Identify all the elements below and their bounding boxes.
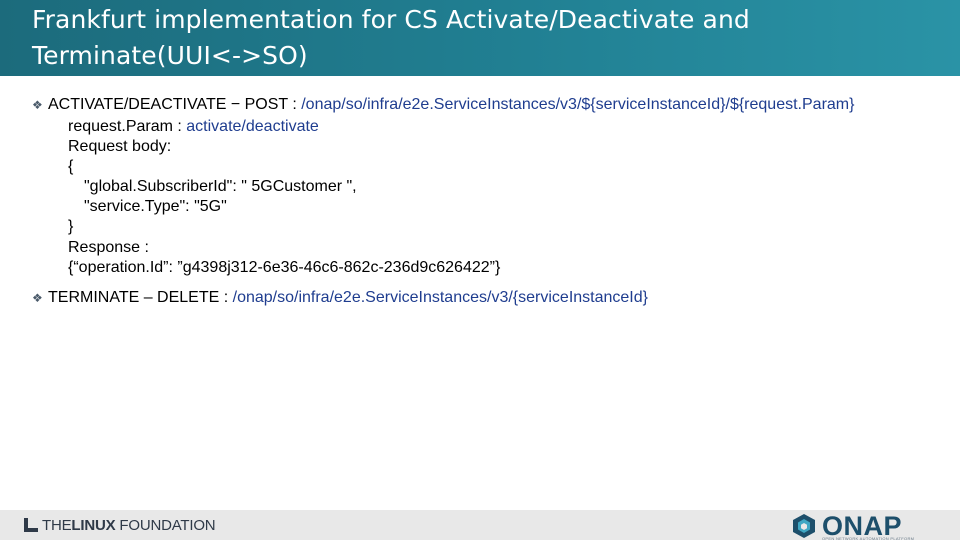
terminate-path: /onap/so/infra/e2e.ServiceInstances/v3/{… — [232, 289, 648, 306]
request-param-value: activate/deactivate — [186, 118, 319, 135]
slide-title: Frankfurt implementation for CS Activate… — [32, 5, 750, 70]
activate-label: ACTIVATE/DEACTIVATE − POST : — [48, 96, 302, 113]
brace-close: } — [68, 218, 74, 235]
response-body: {“operation.Id”: ”g4398j312-6e36-46c6-86… — [68, 259, 501, 276]
activate-path: /onap/so/infra/e2e.ServiceInstances/v3/$… — [301, 96, 855, 113]
lf-text-foundation: FOUNDATION — [115, 516, 216, 534]
brace-open: { — [68, 158, 74, 175]
service-type-line: "service.Type": "5G" — [84, 198, 227, 215]
request-param-label: request.Param : — [68, 118, 187, 135]
bullet-activate: ❖ ACTIVATE/DEACTIVATE − POST : /onap/so/i… — [32, 96, 854, 114]
onap-subtitle: OPEN NETWORK AUTOMATION PLATFORM — [822, 536, 915, 541]
terminate-label: TERMINATE – DELETE : — [48, 289, 233, 306]
diamond-bullet-icon: ❖ — [32, 291, 43, 305]
lf-text-linux: LINUX — [71, 516, 116, 534]
bullet-terminate: ❖ TERMINATE – DELETE : /onap/so/infra/e2e… — [32, 289, 648, 307]
linux-foundation-mark-icon — [24, 518, 38, 532]
subscriber-line: "global.SubscriberId": " 5GCustomer ", — [84, 178, 357, 195]
onap-mark-icon — [793, 514, 815, 538]
lf-text-the: THE — [42, 516, 72, 534]
linux-foundation-logo: THELINUX FOUNDATION — [24, 516, 216, 534]
onap-logo: ONAP OPEN NETWORK AUTOMATION PLATFORM — [790, 512, 914, 541]
request-param-line: request.Param : activate/deactivate — [68, 118, 319, 136]
title-bar: Frankfurt implementation for CS Activate… — [0, 0, 960, 76]
response-label: Response : — [68, 239, 149, 256]
diamond-bullet-icon: ❖ — [32, 98, 43, 112]
request-body-label: Request body: — [68, 138, 172, 155]
